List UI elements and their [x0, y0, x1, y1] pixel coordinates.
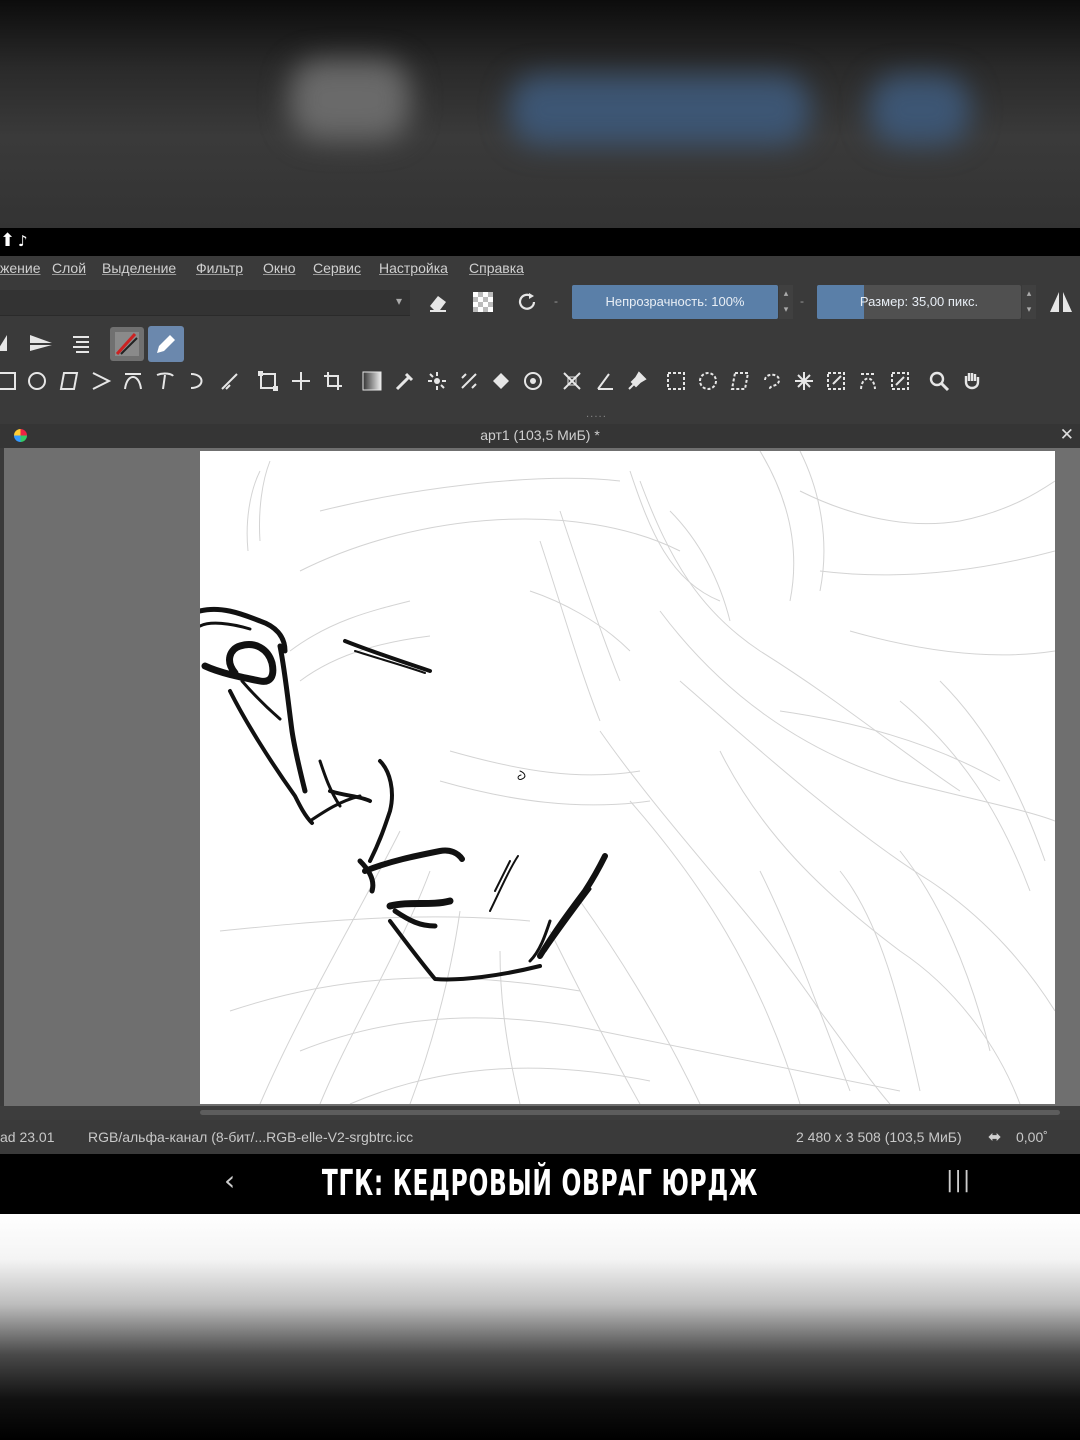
status-image-size: 2 480 x 3 508 (103,5 МиБ) — [796, 1129, 962, 1145]
rectangle-icon[interactable] — [0, 366, 22, 396]
toolbar-row-1 — [0, 322, 1080, 364]
enclose-fill-icon[interactable] — [486, 366, 516, 396]
status-rotation[interactable]: 0,00˚ — [1016, 1129, 1048, 1145]
video-caption-bar: ‹ ТГК: КЕДРОВЫЙ ОВРАГ ЮРДЖ ||| — [0, 1154, 1080, 1214]
document-tab-title: арт1 (103,5 МиБ) * — [480, 427, 600, 443]
opacity-slider-label: Непрозрачность: 100% — [605, 294, 745, 309]
preserve-alpha-icon[interactable] — [468, 287, 498, 317]
tiktok-icon: ♪ — [18, 232, 28, 250]
mirror-h-icon[interactable] — [0, 328, 22, 358]
menu-item-settings[interactable]: Настройка — [379, 260, 448, 276]
menu-item-layer[interactable]: Слой — [52, 260, 86, 276]
chevron-down-icon: ▾ — [395, 294, 402, 308]
separator-dash: - — [554, 294, 558, 308]
assistant-icon[interactable] — [518, 366, 548, 396]
blurred-background-top — [0, 0, 1080, 228]
freehand-select-icon[interactable] — [757, 366, 787, 396]
transform-icon[interactable] — [253, 366, 283, 396]
toolbar-splitter[interactable]: ····· — [0, 412, 1080, 424]
menu-item-filter[interactable]: Фильтр — [196, 260, 243, 276]
scrollbar-thumb[interactable] — [200, 1110, 1060, 1115]
opacity-spinner[interactable]: ▴ ▾ — [779, 285, 793, 319]
reference-icon[interactable] — [622, 366, 652, 396]
menu-item-select[interactable]: Выделение — [102, 260, 176, 276]
ellipse-select-icon[interactable] — [693, 366, 723, 396]
bezier-select-icon[interactable] — [853, 366, 883, 396]
color-picker-icon[interactable] — [390, 366, 420, 396]
size-spinner[interactable]: ▴ ▾ — [1022, 285, 1036, 319]
status-brush-name: ad 23.01 — [0, 1129, 55, 1145]
drag-handle-icon: ····· — [586, 412, 607, 423]
multibrush-icon[interactable] — [214, 366, 244, 396]
blurred-shape — [290, 60, 410, 140]
canvas-area[interactable] — [0, 448, 1080, 1106]
polyline-icon[interactable] — [86, 366, 116, 396]
drawing-canvas[interactable] — [200, 451, 1055, 1104]
dynamic-brush-icon[interactable] — [182, 366, 212, 396]
close-icon[interactable]: ✕ — [1060, 425, 1074, 445]
window-titlebar: ⬆ ♪ — [0, 228, 1080, 256]
fill-icon[interactable] — [454, 366, 484, 396]
size-slider[interactable]: Размер: 35,00 пикс. — [817, 285, 1021, 319]
pan-icon[interactable] — [957, 366, 987, 396]
sketch-artwork — [200, 451, 1055, 1104]
polygon-select-icon[interactable] — [725, 366, 755, 396]
arrow-up-icon: ⬆ — [0, 230, 16, 251]
brush-preset-dropdown[interactable]: ▾ — [0, 290, 410, 316]
mirror-v-icon[interactable] — [26, 328, 56, 358]
rotate-icon[interactable]: ⬌ — [988, 1127, 1001, 1147]
zoom-icon[interactable] — [924, 366, 954, 396]
left-dock-edge — [0, 448, 4, 1106]
opacity-slider[interactable]: Непрозрачность: 100% — [572, 285, 778, 319]
size-slider-label: Размер: 35,00 пикс. — [859, 294, 979, 309]
similar-select-icon[interactable] — [821, 366, 851, 396]
menu-item-tools[interactable]: Сервис — [313, 260, 361, 276]
contiguous-select-icon[interactable] — [789, 366, 819, 396]
ellipse-icon[interactable] — [22, 366, 52, 396]
crop-icon[interactable] — [318, 366, 348, 396]
menu-bar: жение Слой Выделение Фильтр Окно Сервис … — [0, 256, 1080, 282]
rect-select-icon[interactable] — [661, 366, 691, 396]
bezier-icon[interactable] — [118, 366, 148, 396]
brush-presets-icon[interactable] — [110, 327, 144, 361]
separator-dash: - — [800, 294, 804, 308]
document-tab[interactable]: арт1 (103,5 МиБ) * ✕ — [0, 424, 1080, 448]
menu-item-view[interactable]: жение — [0, 260, 41, 276]
move-icon[interactable] — [286, 366, 316, 396]
mirror-icon[interactable] — [1046, 287, 1076, 317]
caption-text: ТГК: КЕДРОВЫЙ ОВРАГ ЮРДЖ — [321, 1163, 759, 1204]
status-bar: ad 23.01 RGB/альфа-канал (8-бит/...RGB-e… — [0, 1120, 1080, 1154]
measure-icon[interactable] — [557, 366, 587, 396]
reload-preset-icon[interactable] — [512, 287, 542, 317]
eraser-icon[interactable] — [423, 287, 453, 317]
recent-apps-icon[interactable]: ||| — [946, 1168, 971, 1193]
status-color-profile[interactable]: RGB/альфа-канал (8-бит/...RGB-elle-V2-sr… — [88, 1129, 413, 1145]
angle-icon[interactable] — [590, 366, 620, 396]
blurred-shape — [510, 75, 810, 145]
tool-options-bar: ▾ - Непрозрачность: 100% ▴ ▾ - Размер: 35… — [0, 282, 1080, 322]
freehand-path-icon[interactable] — [150, 366, 180, 396]
polygon-icon[interactable] — [54, 366, 84, 396]
blurred-background-bottom — [0, 1214, 1080, 1440]
blurred-shape — [870, 75, 970, 145]
magnetic-select-icon[interactable] — [885, 366, 915, 396]
horizontal-scrollbar[interactable] — [0, 1106, 1080, 1120]
gradient-icon[interactable] — [357, 366, 387, 396]
freehand-brush-icon[interactable] — [148, 326, 184, 362]
menu-item-window[interactable]: Окно — [263, 260, 296, 276]
toolbar-row-2 — [0, 364, 1080, 412]
smart-patch-icon[interactable] — [422, 366, 452, 396]
menu-item-help[interactable]: Справка — [469, 260, 524, 276]
wrap-around-icon[interactable] — [66, 328, 96, 358]
